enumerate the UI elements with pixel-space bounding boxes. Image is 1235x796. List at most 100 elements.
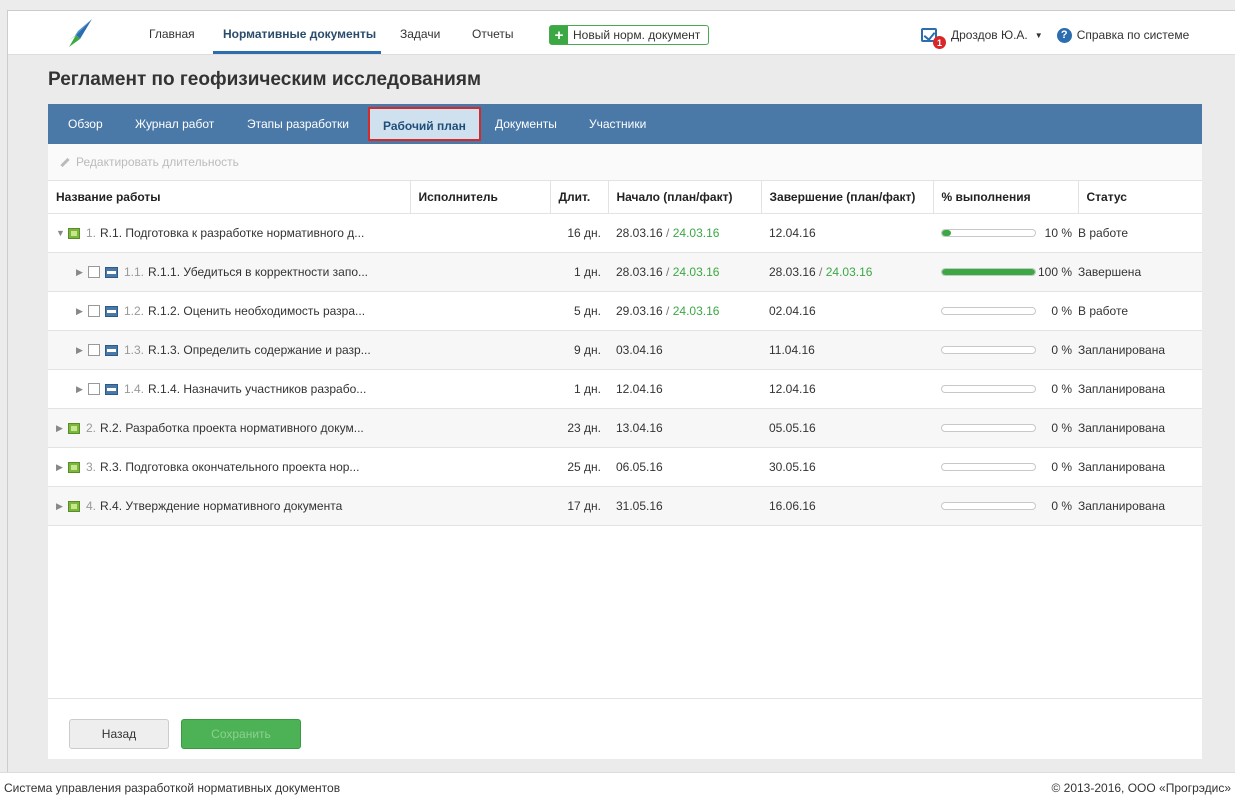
tab-work-log[interactable]: Журнал работ [135,117,214,131]
cell-progress: 0 % [933,369,1078,409]
progress-fill [942,230,952,236]
cell-start: 29.03.16 / 24.03.16 [608,291,761,331]
end-fact-date: 24.03.16 [825,265,873,279]
top-navigation: Главная Нормативные документы Задачи Отч… [8,11,1235,55]
col-header-start[interactable]: Начало (план/факт) [608,180,762,214]
progress-percent: 0 % [1051,499,1072,513]
help-link[interactable]: Справка по системе [1077,28,1190,42]
row-checkbox[interactable] [88,383,100,395]
date-separator: / [662,226,673,240]
notification-badge: 1 [933,36,946,49]
col-header-duration[interactable]: Длит. [550,180,609,214]
table-row[interactable]: ▶ 1.4. R.1.4. Назначить участников разрабо… [48,369,1202,409]
col-header-progress[interactable]: % выполнения [933,180,1079,214]
nav-tasks[interactable]: Задачи [400,27,440,41]
work-name[interactable]: R.1. Подготовка к разработке нормативног… [100,226,364,240]
table-row[interactable]: ▼ 1. R.1. Подготовка к разработке норматив… [48,213,1202,253]
cell-name: ▶ 1.4. R.1.4. Назначить участников разрабо… [48,369,410,409]
nav-home[interactable]: Главная [149,27,195,41]
cell-name: ▶ 4. R.4. Утверждение нормативного докумен… [48,486,410,526]
phase-icon [68,461,80,473]
expand-toggle-icon[interactable]: ▶ [76,345,88,356]
row-number: 3. [86,460,97,474]
work-name[interactable]: R.1.2. Оценить необходимость разра... [148,304,365,318]
cell-executor [410,213,550,253]
end-plan-date: 11.04.16 [769,343,815,357]
tab-overview[interactable]: Обзор [68,117,103,131]
date-separator: / [662,265,673,279]
cell-end: 28.03.16 / 24.03.16 [761,252,933,292]
col-header-name[interactable]: Название работы [48,180,411,214]
table-row[interactable]: ▶ 1.1. R.1.1. Убедиться в корректности зап… [48,252,1202,292]
progress-bar [941,229,1037,237]
expand-toggle-icon[interactable]: ▶ [56,423,68,434]
start-fact-date: 24.03.16 [672,304,720,318]
table-row[interactable]: ▶ 2. R.2. Разработка проекта нормативного … [48,408,1202,448]
col-header-end[interactable]: Завершение (план/факт) [761,180,934,214]
work-name[interactable]: R.4. Утверждение нормативного документа [100,499,342,513]
expand-toggle-icon[interactable]: ▶ [76,306,88,317]
row-checkbox[interactable] [88,344,100,356]
row-checkbox[interactable] [88,305,100,317]
tab-documents[interactable]: Документы [495,117,557,131]
col-header-status[interactable]: Статус [1078,180,1202,214]
row-number: 1.2. [124,304,145,318]
cell-duration: 5 дн. [550,291,608,331]
new-document-label: Новый норм. документ [573,28,701,42]
start-plan-date: 31.05.16 [616,499,663,513]
progress-bar [941,346,1037,354]
table-row[interactable]: ▶ 1.2. R.1.2. Оценить необходимость разра.… [48,291,1202,331]
save-button[interactable]: Сохранить [181,719,301,749]
progress-bar [941,268,1037,276]
edit-duration-button[interactable]: Редактировать длительность [60,155,239,169]
tab-participants[interactable]: Участники [589,117,646,131]
cell-duration: 1 дн. [550,252,608,292]
cell-status: Запланирована [1078,486,1202,526]
tasks-check-icon[interactable]: 1 [921,28,946,49]
table-row[interactable]: ▶ 3. R.3. Подготовка окончательного проект… [48,447,1202,487]
rocket-logo-icon[interactable] [66,17,96,49]
col-header-executor[interactable]: Исполнитель [410,180,551,214]
table-row[interactable]: ▶ 4. R.4. Утверждение нормативного докумен… [48,486,1202,526]
new-document-button[interactable]: + Новый норм. документ [549,25,710,45]
cell-status: Запланирована [1078,447,1202,487]
plus-icon: + [550,26,568,44]
tab-work-plan[interactable]: Рабочий план [368,107,481,141]
back-button[interactable]: Назад [69,719,169,749]
cell-end: 05.05.16 [761,408,933,448]
progress-percent: 0 % [1051,343,1072,357]
help-icon[interactable]: ? [1056,27,1072,43]
table-row[interactable]: ▶ 1.3. R.1.3. Определить содержание и разр… [48,330,1202,370]
expand-toggle-icon[interactable]: ▼ [56,228,68,238]
app-page: Главная Нормативные документы Задачи Отч… [7,10,1235,772]
work-name[interactable]: R.1.4. Назначить участников разрабо... [148,382,366,396]
progress-percent: 10 % [1044,226,1072,240]
task-icon [105,305,118,317]
start-fact-date: 24.03.16 [672,265,720,279]
nav-normative-documents[interactable]: Нормативные документы [223,27,376,41]
progress-percent: 0 % [1051,382,1072,396]
work-name[interactable]: R.3. Подготовка окончательного проекта н… [100,460,359,474]
user-menu[interactable]: Дроздов Ю.А. [951,28,1028,42]
row-number: 1. [86,226,97,240]
work-name[interactable]: R.1.3. Определить содержание и разр... [148,343,371,357]
cell-start: 03.04.16 [608,330,761,370]
pencil-icon [60,157,70,167]
chevron-down-icon[interactable]: ▼ [1035,31,1043,40]
work-name[interactable]: R.2. Разработка проекта нормативного док… [100,421,364,435]
nav-reports[interactable]: Отчеты [472,27,513,41]
date-separator: / [662,304,673,318]
end-plan-date: 30.05.16 [769,460,816,474]
expand-toggle-icon[interactable]: ▶ [56,462,68,473]
expand-toggle-icon[interactable]: ▶ [76,384,88,395]
page-title: Регламент по геофизическим исследованиям [48,69,482,90]
expand-toggle-icon[interactable]: ▶ [56,501,68,512]
progress-percent: 0 % [1051,421,1072,435]
work-name[interactable]: R.1.1. Убедиться в корректности запо... [148,265,368,279]
cell-duration: 1 дн. [550,369,608,409]
cell-duration: 25 дн. [550,447,608,487]
table-header-row: Название работы Исполнитель Длит. Начало… [48,180,1202,214]
tab-development-stages[interactable]: Этапы разработки [247,117,349,131]
expand-toggle-icon[interactable]: ▶ [76,267,88,278]
row-checkbox[interactable] [88,266,100,278]
